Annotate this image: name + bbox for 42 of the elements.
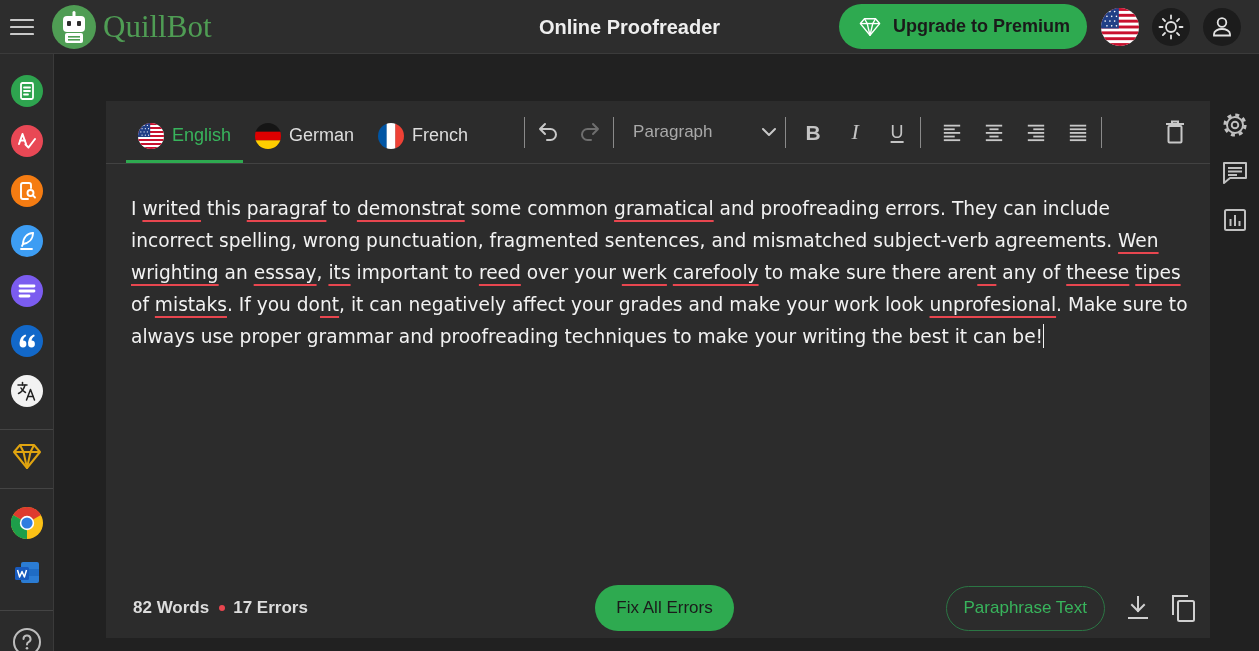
logo-text[interactable]: QuillBot: [103, 11, 212, 42]
menu-icon[interactable]: [10, 17, 34, 36]
spell-check-icon[interactable]: [10, 125, 43, 157]
language-tab[interactable]: English: [126, 101, 244, 163]
language-tab[interactable]: French: [366, 101, 481, 163]
underline-button[interactable]: U: [880, 115, 915, 149]
browser-extension-icon[interactable]: [10, 507, 43, 539]
editor-text: I writed this paragraf to demonstrat some common gramatical and proofreading errors. They can include incorrect spelling, wrong punctuation, fragmented sentences, and mismatched subject-verb agreements. Wen wrighting an esssay, its important to reed over your werk carefooly to make sure there arent any of theese tipes of mistaks. If you dont, it can negatively affect your grades and make your work look unprofesional. Make sure to always use proper grammar and proofreading techniques to make your writing the best it can be!: [131, 193, 1194, 353]
italic-button[interactable]: I: [838, 115, 873, 149]
settings-icon[interactable]: [1221, 112, 1248, 138]
french-flag-icon: [378, 122, 405, 149]
sun-icon[interactable]: [1152, 7, 1190, 46]
us-flag-icon[interactable]: [1101, 7, 1139, 46]
user-icon[interactable]: [1203, 7, 1241, 46]
quote-icon[interactable]: [10, 325, 43, 357]
paragraph-style-dropdown[interactable]: Paragraph: [621, 115, 780, 149]
document-icon[interactable]: [10, 75, 43, 107]
error-count: 17 Errors: [233, 597, 308, 620]
fix-all-errors-button[interactable]: Fix All Errors: [595, 585, 734, 631]
translate-icon[interactable]: [10, 375, 43, 407]
word-count: 82 Words: [133, 597, 210, 620]
bar-chart-icon[interactable]: [1222, 208, 1247, 232]
document-search-icon[interactable]: [10, 175, 43, 207]
dot-icon: [219, 605, 226, 611]
feather-icon[interactable]: [10, 225, 43, 257]
trash-icon: [1165, 120, 1185, 144]
german-flag-icon: [255, 122, 282, 149]
page-title: Online Proofreader: [538, 14, 721, 40]
copy-button[interactable]: [1171, 594, 1196, 622]
robot-logo-icon[interactable]: [52, 4, 96, 49]
bold-button[interactable]: B: [796, 115, 831, 149]
help-icon[interactable]: [10, 626, 43, 651]
download-icon: [1127, 595, 1149, 621]
diamond-icon: [858, 16, 881, 37]
chevron-down-icon: [761, 127, 778, 137]
language-tab[interactable]: German: [243, 101, 367, 163]
upgrade-button[interactable]: Upgrade to Premium: [838, 4, 1087, 49]
copy-icon: [1171, 594, 1196, 622]
us-flag-icon: [138, 122, 164, 149]
download-button[interactable]: [1127, 595, 1149, 621]
lines-icon[interactable]: [10, 275, 43, 307]
comment-icon[interactable]: [1221, 161, 1248, 185]
